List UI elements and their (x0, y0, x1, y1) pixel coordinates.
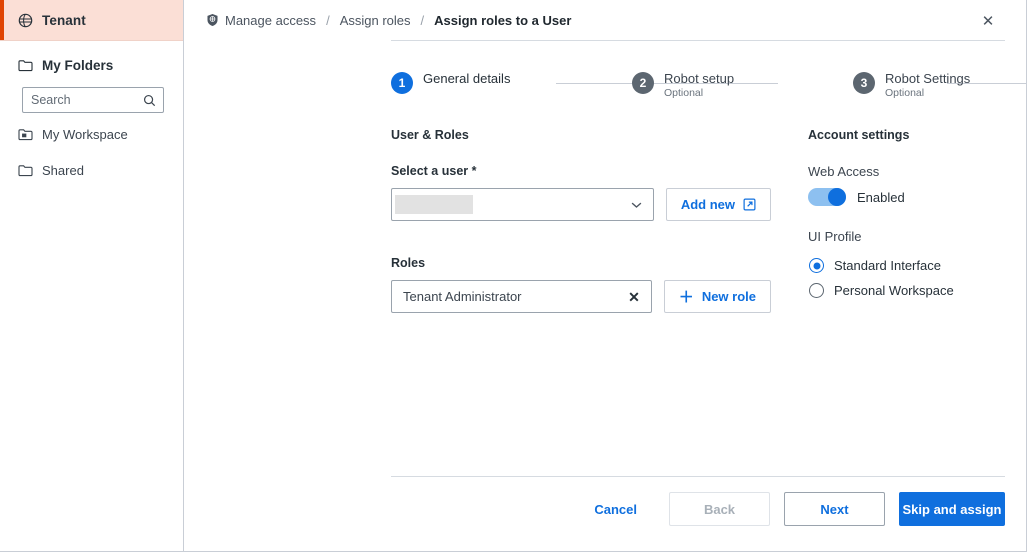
web-access-toggle[interactable] (808, 188, 846, 206)
plus-icon: ＋ (678, 289, 694, 306)
toggle-knob (828, 188, 846, 206)
breadcrumb-item-manage-access[interactable]: Manage access (225, 13, 316, 28)
account-settings-column: Account settings Web Access Enabled UI P… (808, 128, 1027, 303)
web-access-state: Enabled (857, 189, 905, 205)
assign-roles-window: Tenant My Folders Search My Workspace Sh… (0, 0, 1027, 552)
add-new-user-button[interactable]: Add new (665, 188, 771, 221)
main-panel: Manage access / Assign roles / Assign ro… (184, 0, 1027, 551)
stepper-step-2[interactable]: 2 Robot setup Optional (632, 71, 734, 100)
search-input[interactable] (31, 93, 143, 107)
radio-personal-workspace[interactable] (809, 283, 824, 298)
breadcrumb-separator: / (420, 12, 425, 28)
ui-profile-option-personal[interactable]: Personal Workspace (809, 278, 1027, 303)
step-title: General details (423, 71, 511, 86)
roles-label: Roles (391, 256, 426, 270)
radio-label: Personal Workspace (834, 283, 954, 298)
ui-profile-label: UI Profile (808, 229, 862, 244)
new-role-button[interactable]: ＋ New role (663, 280, 771, 313)
radio-standard-interface[interactable] (809, 258, 824, 273)
select-user-label: Select a user * (391, 164, 477, 178)
folder-icon (18, 59, 33, 72)
new-role-label: New role (701, 289, 756, 304)
ui-profile-option-standard[interactable]: Standard Interface (809, 253, 1027, 278)
step-title: Robot Settings (885, 71, 971, 86)
sidebar-item-tenant[interactable]: Tenant (0, 0, 183, 41)
search-box[interactable] (22, 87, 164, 113)
account-settings-title: Account settings (808, 128, 910, 142)
tenant-label: Tenant (42, 12, 86, 28)
user-roles-section-title: User & Roles (391, 128, 469, 142)
add-new-label: Add new (680, 197, 735, 212)
skip-and-assign-button[interactable]: Skip and assign (899, 492, 1005, 526)
sidebar-item-shared[interactable]: Shared (0, 156, 183, 185)
step-number: 1 (391, 72, 413, 94)
sidebar-item-label: My Workspace (42, 127, 128, 142)
sidebar: Tenant My Folders Search My Workspace Sh… (0, 0, 184, 551)
next-button[interactable]: Next (784, 492, 885, 526)
step-subtitle: Optional (664, 87, 704, 99)
search-icon[interactable] (143, 94, 156, 107)
step-number: 2 (632, 72, 654, 94)
stepper: 1 General details 2 Robot setup Optional… (391, 71, 1027, 100)
select-user-value (395, 195, 473, 214)
workspace-folder-icon (18, 128, 33, 141)
remove-role-icon[interactable]: ✕ (628, 290, 640, 304)
folder-icon (18, 164, 33, 177)
footer-actions: Cancel Back Next Skip and assign (576, 492, 1005, 526)
stepper-step-1[interactable]: 1 General details (391, 71, 510, 94)
radio-label: Standard Interface (834, 258, 941, 273)
sidebar-item-my-workspace[interactable]: My Workspace (0, 120, 183, 149)
step-number: 3 (853, 72, 875, 94)
user-roles-column: User & Roles Select a user * Add new Rol… (391, 128, 771, 313)
chevron-down-icon[interactable] (631, 201, 642, 209)
cancel-button[interactable]: Cancel (576, 502, 655, 517)
close-icon[interactable]: ✕ (978, 11, 998, 31)
roles-input[interactable]: Tenant Administrator ✕ (391, 280, 652, 313)
globe-icon (18, 13, 33, 28)
step-title: Robot setup (664, 71, 735, 86)
external-link-icon (743, 198, 756, 211)
footer-divider (391, 476, 1005, 477)
stepper-step-3[interactable]: 3 Robot Settings Optional (853, 71, 970, 100)
breadcrumb-current: Assign roles to a User (434, 12, 572, 28)
sidebar-item-label: Shared (42, 163, 84, 178)
step-subtitle: Optional (885, 87, 925, 99)
back-button[interactable]: Back (669, 492, 770, 526)
web-access-label: Web Access (808, 164, 880, 179)
role-value: Tenant Administrator (403, 289, 522, 304)
breadcrumb-separator: / (326, 12, 330, 28)
web-access-toggle-row: Enabled (808, 188, 1027, 206)
my-folders-label: My Folders (42, 57, 114, 73)
shield-icon (206, 13, 219, 27)
header-divider (391, 40, 1005, 41)
breadcrumb: Manage access / Assign roles / Assign ro… (184, 0, 1026, 40)
select-user-dropdown[interactable] (391, 188, 654, 221)
sidebar-item-my-folders[interactable]: My Folders (0, 47, 183, 83)
breadcrumb-item-assign-roles[interactable]: Assign roles (340, 13, 411, 28)
